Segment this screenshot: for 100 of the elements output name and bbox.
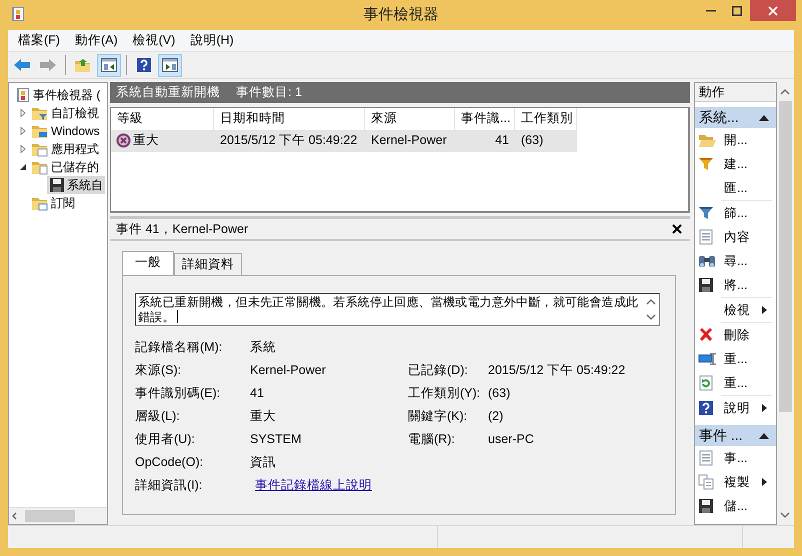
scroll-down-icon: [780, 512, 790, 519]
action-item[interactable]: 檢視: [695, 298, 776, 322]
close-icon: [768, 6, 778, 16]
scroll-up-icon: [780, 88, 790, 95]
action-item[interactable]: 刪除: [695, 323, 776, 347]
field-value: 2015/5/12 下午 05:49:22: [488, 363, 626, 377]
event-count: 事件數目: 1: [236, 85, 302, 100]
open-folder-icon: [698, 132, 716, 148]
event-icon: [698, 450, 714, 466]
table-cell-text: 重大: [133, 133, 159, 149]
tree-item[interactable]: 已儲存的: [29, 158, 101, 176]
event-viewer-icon: [15, 87, 31, 103]
action-item[interactable]: 建...: [695, 152, 776, 176]
menu-item[interactable]: 動作(A): [68, 31, 124, 50]
action-item[interactable]: 尋...: [695, 249, 776, 273]
action-item[interactable]: 儲...: [695, 494, 776, 518]
field-label: 電腦(R):: [408, 432, 456, 447]
collapsed-arrow-icon[interactable]: [19, 127, 27, 135]
field-label: 層級(L):: [135, 409, 181, 424]
folder-icon: [31, 141, 49, 157]
section-title: 事件 ...: [699, 427, 743, 444]
folder-up-icon: [74, 57, 92, 73]
toolbar-button[interactable]: [97, 54, 121, 76]
pane-title: 動作: [695, 83, 776, 102]
help-link[interactable]: 事件記錄檔線上說明: [255, 478, 372, 492]
expanded-arrow-icon[interactable]: [19, 163, 27, 171]
menu-item[interactable]: 檢視(V): [126, 31, 182, 50]
tab[interactable]: 詳細資料: [174, 253, 242, 275]
field-value: user-PC: [488, 432, 534, 446]
action-item[interactable]: 篩...: [695, 201, 776, 225]
menu-item[interactable]: 說明(H): [184, 31, 240, 50]
field-value: 41: [250, 386, 264, 400]
folder-icon: [31, 105, 49, 121]
tree-item[interactable]: 自訂檢視: [29, 104, 101, 122]
table-cell-text: (63): [521, 133, 544, 149]
funnel-icon: [698, 205, 714, 221]
field-label: 事件識別碼(E):: [135, 386, 222, 401]
field-value: 系統: [250, 340, 276, 354]
collapse-icon[interactable]: [758, 430, 770, 440]
menu-item[interactable]: 檔案(F): [12, 31, 66, 50]
refresh-icon: [698, 375, 714, 391]
table-cell-text: 2015/5/12 下午 05:49:22: [220, 133, 358, 149]
field-value: Kernel-Power: [250, 363, 326, 377]
delete-icon: [698, 327, 714, 343]
field-label: 記錄檔名稱(M):: [135, 340, 224, 355]
action-item[interactable]: 重...: [695, 371, 776, 395]
tree-item[interactable]: 事件檢視器 (: [13, 86, 102, 104]
tree-pane-icon: [101, 58, 117, 72]
action-item[interactable]: 說明: [695, 396, 776, 420]
folder-icon: [31, 159, 49, 175]
action-item[interactable]: 開...: [695, 128, 776, 152]
scroll-down-icon[interactable]: [646, 314, 656, 321]
collapse-icon[interactable]: [758, 112, 770, 122]
table-cell-text: 41: [495, 133, 509, 149]
properties-icon: [698, 229, 714, 245]
scroll-up-icon[interactable]: [646, 298, 656, 305]
tree-item[interactable]: Windows: [29, 122, 102, 140]
field-label: 使用者(U):: [135, 432, 196, 447]
action-pane-icon: [162, 58, 178, 72]
section-title: 系統...: [699, 109, 739, 126]
field-label: 工作類別(Y):: [408, 386, 482, 401]
field-value: 資訊: [250, 455, 276, 469]
folder-icon: [31, 195, 49, 211]
copy-icon: [698, 474, 714, 490]
action-item[interactable]: 匯...: [695, 176, 776, 200]
collapsed-arrow-icon[interactable]: [19, 109, 27, 117]
action-item[interactable]: 複製: [695, 470, 776, 494]
action-item[interactable]: 將...: [695, 273, 776, 297]
table-cell-text: Kernel-Power: [371, 133, 447, 149]
pane-title: 系統自動重新開機: [116, 85, 220, 100]
action-item[interactable]: 事...: [695, 446, 776, 470]
field-label: 關鍵字(K):: [408, 409, 468, 424]
binoculars-icon: [698, 253, 716, 269]
field-label: 詳細資訊(I):: [135, 478, 204, 493]
table-row[interactable]: 重大 2015/5/12 下午 05:49:22 Kernel-Power 41 (63): [111, 130, 577, 152]
field-value: SYSTEM: [250, 432, 302, 446]
maximize-icon: [732, 6, 742, 16]
action-item[interactable]: 重...: [695, 347, 776, 371]
collapsed-arrow-icon[interactable]: [19, 145, 27, 153]
tree-item[interactable]: 系統自: [47, 176, 105, 194]
toolbar-button[interactable]: [158, 54, 182, 76]
close-icon: [672, 224, 682, 234]
tree-item[interactable]: 訂閱: [29, 194, 77, 212]
window-title: 事件檢視器: [364, 6, 438, 24]
critical-error-icon: [116, 133, 131, 148]
field-label: OpCode(O):: [135, 455, 204, 470]
tab[interactable]: 一般: [122, 251, 174, 275]
tree-item[interactable]: 應用程式: [29, 140, 101, 158]
field-value: 重大: [250, 409, 276, 423]
field-value: (63): [488, 386, 510, 400]
folder-icon: [31, 123, 49, 139]
minimize-icon: [706, 10, 716, 12]
action-item[interactable]: 內容: [695, 225, 776, 249]
back-arrow-icon: [13, 58, 31, 72]
field-value: (2): [488, 409, 504, 423]
details-title: 事件 41，Kernel-Power: [116, 222, 248, 236]
help-icon: [698, 400, 714, 416]
help-icon: [136, 57, 152, 73]
horizontal-scrollbar[interactable]: [9, 507, 107, 524]
monitor-icon: [698, 351, 716, 367]
